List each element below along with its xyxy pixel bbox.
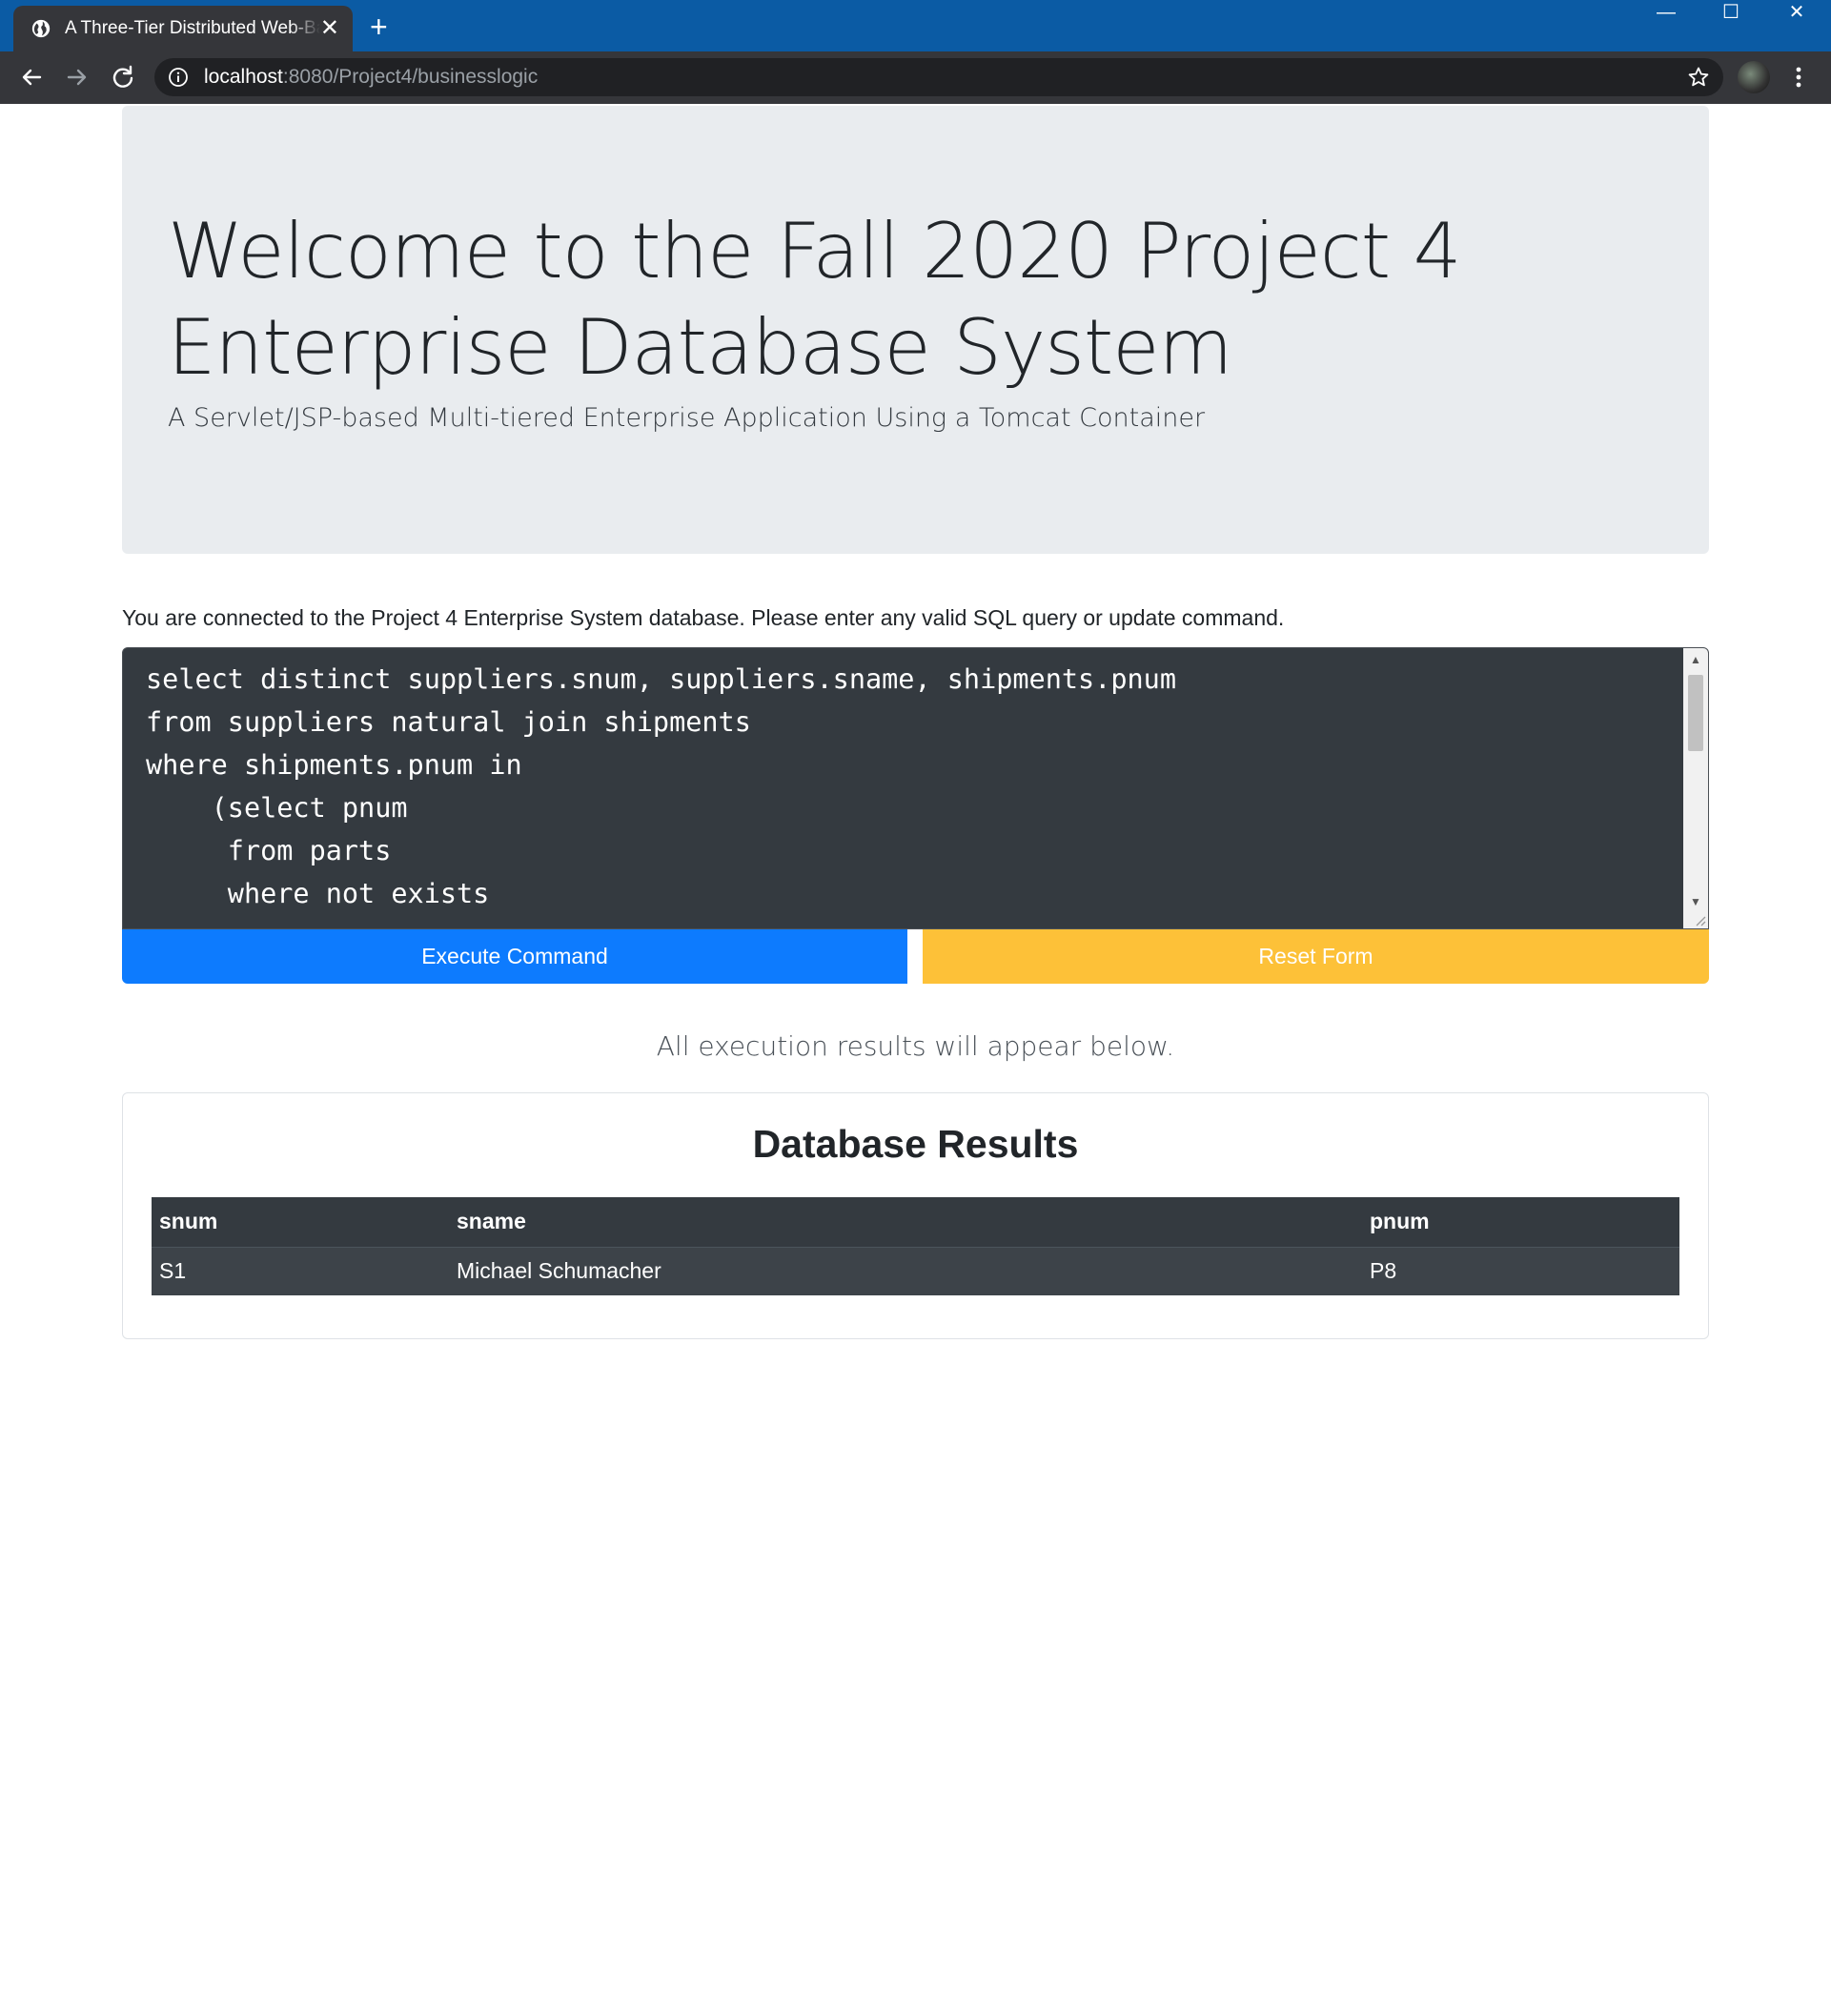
results-card: Database Results snum sname pnum S1 Mich…	[122, 1092, 1709, 1339]
url-host: localhost	[204, 66, 283, 88]
browser-toolbar: localhost:8080/Project4/businesslogic	[0, 51, 1831, 104]
scroll-down-arrow-icon[interactable]: ▼	[1683, 890, 1708, 913]
url-text: localhost:8080/Project4/businesslogic	[204, 66, 538, 89]
close-tab-icon[interactable]: ✕	[320, 17, 339, 40]
column-header-sname: sname	[449, 1197, 1362, 1248]
page-title: Welcome to the Fall 2020 Project 4 Enter…	[168, 207, 1461, 392]
tab-title: A Three-Tier Distributed Web-Based Appli…	[65, 18, 320, 38]
sql-command-textarea[interactable]: select distinct suppliers.snum, supplier…	[122, 647, 1709, 929]
back-arrow-icon[interactable]	[17, 63, 46, 92]
minimize-window-button[interactable]: —	[1638, 0, 1695, 27]
browser-tab[interactable]: A Three-Tier Distributed Web-Based Appli…	[13, 6, 353, 51]
table-cell-snum: S1	[152, 1247, 449, 1295]
close-window-button[interactable]: ✕	[1768, 0, 1825, 27]
table-row: S1 Michael Schumacher P8	[152, 1247, 1679, 1295]
forward-arrow-icon[interactable]	[63, 63, 92, 92]
scroll-up-arrow-icon[interactable]: ▲	[1683, 648, 1708, 671]
execute-command-button[interactable]: Execute Command	[122, 929, 907, 984]
results-title: Database Results	[752, 1122, 1079, 1166]
table-header-row: snum sname pnum	[152, 1197, 1679, 1248]
new-tab-button[interactable]: +	[370, 10, 388, 44]
reload-icon[interactable]	[109, 63, 137, 92]
table-cell-pnum: P8	[1362, 1247, 1679, 1295]
table-cell-sname: Michael Schumacher	[449, 1247, 1362, 1295]
browser-titlebar: A Three-Tier Distributed Web-Based Appli…	[0, 0, 1831, 51]
column-header-snum: snum	[152, 1197, 449, 1248]
bookmark-star-icon[interactable]	[1687, 66, 1710, 89]
textarea-scrollbar[interactable]: ▲ ▼	[1683, 648, 1708, 928]
page-content: Welcome to the Fall 2020 Project 4 Enter…	[0, 104, 1831, 2016]
reset-form-button[interactable]: Reset Form	[923, 929, 1709, 984]
url-path: :8080/Project4/businesslogic	[282, 66, 539, 88]
site-info-icon[interactable]	[168, 67, 189, 88]
results-table: snum sname pnum S1 Michael Schumacher P8	[152, 1197, 1679, 1295]
resize-grip-icon[interactable]	[1693, 913, 1706, 927]
more-menu-icon[interactable]	[1788, 63, 1809, 92]
column-header-pnum: pnum	[1362, 1197, 1679, 1248]
profile-avatar[interactable]	[1738, 61, 1770, 93]
page-subtitle: A Servlet/JSP-based Multi-tiered Enterpr…	[168, 403, 1206, 433]
results-note: All execution results will appear below.	[656, 1030, 1175, 1062]
address-bar[interactable]: localhost:8080/Project4/businesslogic	[154, 58, 1723, 96]
sql-command-text[interactable]: select distinct suppliers.snum, supplier…	[146, 658, 1652, 915]
globe-icon	[31, 19, 51, 38]
scroll-thumb[interactable]	[1688, 675, 1703, 751]
connection-message: You are connected to the Project 4 Enter…	[122, 605, 1285, 630]
jumbotron: Welcome to the Fall 2020 Project 4 Enter…	[122, 106, 1709, 554]
maximize-window-button[interactable]: ☐	[1702, 0, 1760, 27]
